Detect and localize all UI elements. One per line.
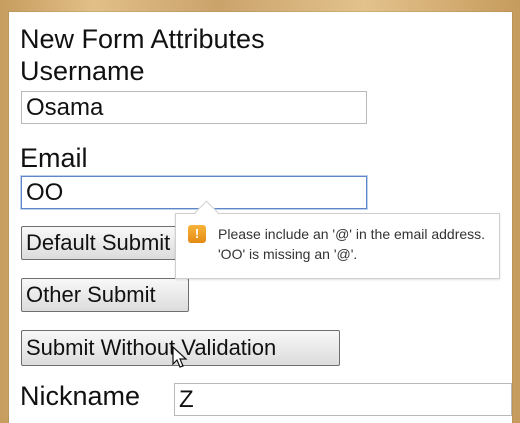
email-label: Email: [20, 143, 88, 173]
default-submit-button[interactable]: Default Submit: [21, 226, 197, 260]
form-page: New Form Attributes Username Email Defau…: [9, 12, 512, 423]
page-title: New Form Attributes: [20, 24, 265, 54]
validation-tooltip: ! Please include an '@' in the email add…: [175, 213, 500, 279]
email-input[interactable]: [21, 176, 367, 209]
other-submit-button[interactable]: Other Submit: [21, 278, 189, 312]
username-input[interactable]: [21, 91, 367, 124]
validation-message: Please include an '@' in the email addre…: [218, 226, 486, 262]
nickname-label: Nickname: [20, 381, 141, 411]
username-label: Username: [20, 56, 145, 86]
nickname-input[interactable]: [174, 383, 512, 416]
mouse-cursor-icon: [172, 346, 188, 368]
warning-icon: !: [188, 225, 206, 243]
